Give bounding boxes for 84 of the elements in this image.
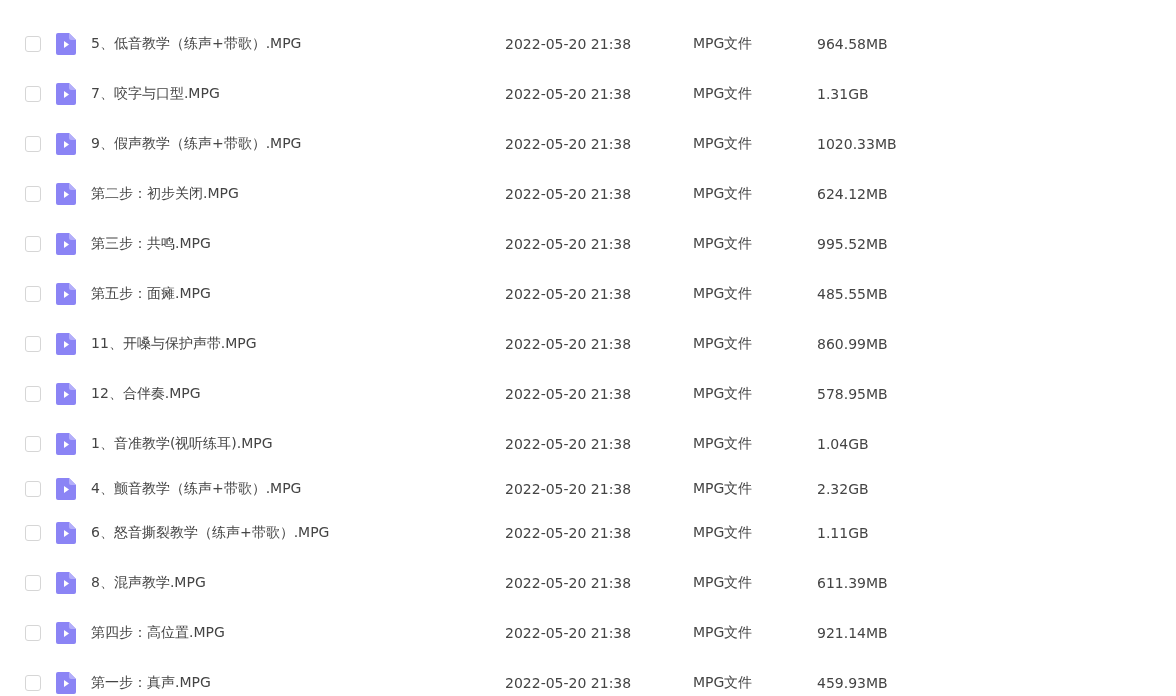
file-size: 2.32GB — [817, 480, 869, 497]
video-file-icon — [56, 133, 76, 155]
file-type: MPG文件 — [693, 624, 754, 642]
file-size: 578.95MB — [817, 386, 888, 402]
modified-date: 2022-05-20 21:38 — [505, 286, 633, 302]
video-file-icon — [56, 33, 76, 55]
video-file-icon — [56, 233, 76, 255]
video-file-icon — [56, 622, 76, 644]
file-size: 1.31GB — [817, 86, 869, 102]
modified-date: 2022-05-20 21:38 — [505, 436, 633, 452]
checkbox[interactable] — [25, 625, 41, 641]
file-name[interactable]: 7、咬字与口型.MPG — [91, 85, 505, 103]
file-type: MPG文件 — [693, 185, 754, 203]
checkbox[interactable] — [25, 36, 41, 52]
file-name[interactable]: 6、怒音撕裂教学（练声+带歌）.MPG — [91, 524, 505, 542]
file-size: 1020.33MB — [817, 136, 897, 152]
file-size: 1.04GB — [817, 436, 869, 452]
file-type: MPG文件 — [693, 524, 754, 542]
file-type: MPG文件 — [693, 574, 754, 592]
file-type: MPG文件 — [693, 335, 754, 353]
file-type: MPG文件 — [693, 135, 754, 153]
checkbox[interactable] — [25, 86, 41, 102]
video-file-icon — [56, 283, 76, 305]
video-file-icon — [56, 522, 76, 544]
checkbox[interactable] — [25, 136, 41, 152]
file-type: MPG文件 — [693, 674, 754, 692]
file-type: MPG文件 — [693, 435, 754, 453]
video-file-icon — [56, 572, 76, 594]
video-file-icon — [56, 183, 76, 205]
file-name[interactable]: 第二步：初步关闭.MPG — [91, 185, 505, 203]
file-size: 624.12MB — [817, 186, 888, 202]
file-type: MPG文件 — [693, 235, 754, 253]
checkbox[interactable] — [25, 236, 41, 252]
modified-date: 2022-05-20 21:38 — [505, 36, 633, 52]
file-size: 921.14MB — [817, 625, 888, 641]
file-name[interactable]: 5、低音教学（练声+带歌）.MPG — [91, 35, 505, 53]
modified-date: 2022-05-20 21:38 — [505, 136, 633, 152]
video-file-icon — [56, 433, 76, 455]
file-size: 860.99MB — [817, 336, 888, 352]
file-name[interactable]: 4、颤音教学（练声+带歌）.MPG — [91, 479, 505, 498]
file-name[interactable]: 第一步：真声.MPG — [91, 674, 505, 692]
checkbox[interactable] — [25, 525, 41, 541]
video-file-icon — [56, 83, 76, 105]
video-file-icon — [56, 333, 76, 355]
modified-date: 2022-05-20 21:38 — [505, 336, 633, 352]
checkbox[interactable] — [25, 675, 41, 691]
file-name[interactable]: 第四步：高位置.MPG — [91, 624, 505, 642]
file-name[interactable]: 8、混声教学.MPG — [91, 574, 505, 592]
file-size: 1.11GB — [817, 525, 869, 541]
checkbox[interactable] — [25, 186, 41, 202]
video-file-icon — [56, 672, 76, 694]
checkbox[interactable] — [25, 336, 41, 352]
file-size: 485.55MB — [817, 286, 888, 302]
file-type: MPG文件 — [693, 285, 754, 303]
file-name[interactable]: 9、假声教学（练声+带歌）.MPG — [91, 135, 505, 153]
file-size: 611.39MB — [817, 575, 888, 591]
file-name[interactable]: 第五步：面瘫.MPG — [91, 285, 505, 303]
modified-date: 2022-05-20 21:38 — [505, 86, 633, 102]
checkbox[interactable] — [25, 386, 41, 402]
modified-date: 2022-05-20 21:38 — [505, 236, 633, 252]
modified-date: 2022-05-20 21:38 — [505, 186, 633, 202]
file-size: 995.52MB — [817, 236, 888, 252]
file-type: MPG文件 — [693, 35, 754, 53]
video-file-icon — [56, 477, 76, 500]
file-type: MPG文件 — [693, 385, 754, 403]
modified-date: 2022-05-20 21:38 — [505, 386, 633, 402]
file-name[interactable]: 11、开嗓与保护声带.MPG — [91, 335, 505, 353]
checkbox[interactable] — [25, 436, 41, 452]
file-name[interactable]: 1、音准教学(视听练耳).MPG — [91, 435, 505, 453]
modified-date: 2022-05-20 21:38 — [505, 525, 633, 541]
file-type: MPG文件 — [693, 479, 754, 498]
file-name[interactable]: 12、合伴奏.MPG — [91, 385, 505, 403]
file-name[interactable]: 第三步：共鸣.MPG — [91, 235, 505, 253]
modified-date: 2022-05-20 21:38 — [505, 480, 633, 497]
file-type: MPG文件 — [693, 85, 754, 103]
video-file-icon — [56, 383, 76, 405]
checkbox[interactable] — [25, 480, 41, 497]
modified-date: 2022-05-20 21:38 — [505, 575, 633, 591]
file-size: 459.93MB — [817, 675, 888, 691]
file-size: 964.58MB — [817, 36, 888, 52]
modified-date: 2022-05-20 21:38 — [505, 675, 633, 691]
checkbox[interactable] — [25, 286, 41, 302]
modified-date: 2022-05-20 21:38 — [505, 625, 633, 641]
checkbox[interactable] — [25, 575, 41, 591]
